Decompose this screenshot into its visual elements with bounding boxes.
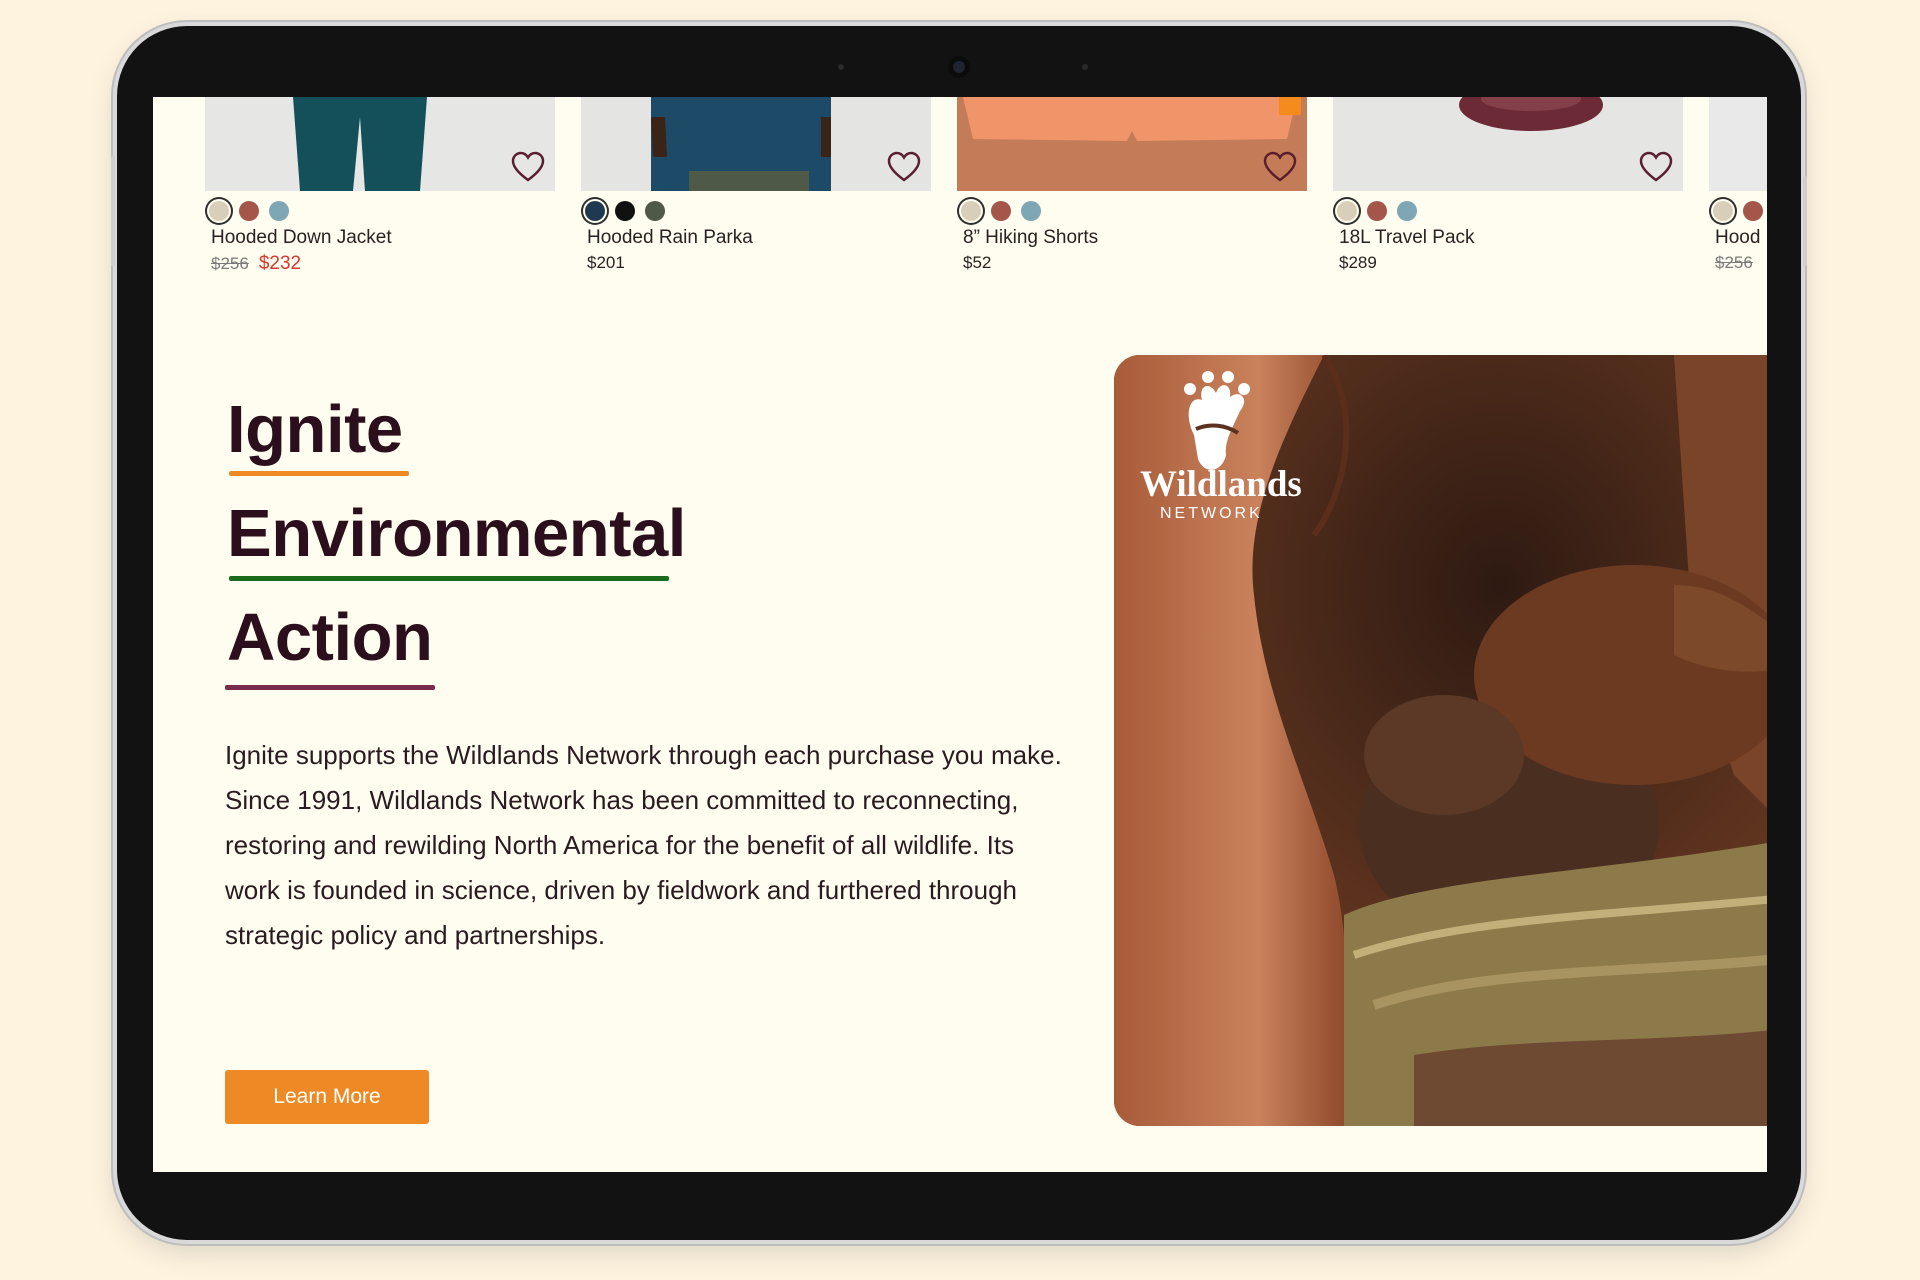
product-name[interactable]: 18L Travel Pack (1339, 227, 1475, 249)
color-swatch[interactable] (209, 201, 229, 221)
color-swatch[interactable] (1743, 201, 1763, 221)
wildlands-logo-subtext: NETWORK (1160, 505, 1263, 522)
heading-underline-3 (225, 685, 435, 690)
product-photo[interactable] (581, 97, 931, 191)
heading-underline-1 (229, 471, 409, 476)
product-card-1[interactable]: Hooded Rain Parka $201 (581, 97, 931, 307)
product-name[interactable]: Hooded Down Jacket (211, 227, 392, 249)
product-card-0[interactable]: Hooded Down Jacket $256 $232 (205, 97, 555, 307)
color-swatch[interactable] (1337, 201, 1357, 221)
sensor-dot (838, 64, 844, 70)
product-card-2[interactable]: 8” Hiking Shorts $52 (957, 97, 1307, 307)
product-photo[interactable] (1333, 97, 1683, 191)
color-swatch[interactable] (961, 201, 981, 221)
learn-more-button[interactable]: Learn More (225, 1070, 429, 1124)
original-price: $256 (1715, 253, 1753, 272)
color-swatch[interactable] (645, 201, 665, 221)
product-photo[interactable] (205, 97, 555, 191)
product-price: $256 $232 (211, 253, 301, 275)
sensor-dot (1082, 64, 1088, 70)
product-price: $289 (1339, 253, 1377, 272)
heading-line-2: Environmental (227, 496, 686, 571)
color-swatch[interactable] (991, 201, 1011, 221)
color-swatch[interactable] (1713, 201, 1733, 221)
heading-underline-2 (229, 576, 669, 581)
heart-icon[interactable] (887, 151, 921, 183)
front-camera (948, 56, 970, 78)
product-price: $52 (963, 253, 992, 272)
product-name[interactable]: Hooded Rain Parka (587, 227, 753, 249)
feature-description: Ignite supports the Wildlands Network th… (225, 740, 1062, 950)
product-photo[interactable] (1709, 97, 1767, 191)
heading-line-3: Action (227, 600, 433, 675)
heart-icon[interactable] (1639, 151, 1673, 183)
product-card-3[interactable]: 18L Travel Pack $289 (1333, 97, 1683, 307)
color-swatches (585, 201, 665, 221)
original-price: $256 (211, 254, 249, 273)
heart-icon[interactable] (511, 151, 545, 183)
heading-line-1: Ignite (227, 392, 403, 467)
product-price: $256 (1715, 253, 1763, 273)
bears-photo: Wildlands NETWORK (1114, 355, 1767, 1126)
color-swatches (961, 201, 1041, 221)
sale-price: $232 (258, 253, 302, 274)
wildlands-logo-text: Wildlands (1140, 464, 1302, 505)
color-swatch[interactable] (615, 201, 635, 221)
color-swatch[interactable] (1367, 201, 1387, 221)
color-swatch[interactable] (239, 201, 259, 221)
tablet-frame: Hooded Down Jacket $256 $232 Hooded Rain… (111, 26, 1807, 1240)
product-card-4[interactable]: Hood $256 (1709, 97, 1767, 307)
product-photo[interactable] (957, 97, 1307, 191)
screen: Hooded Down Jacket $256 $232 Hooded Rain… (153, 97, 1767, 1172)
volume-button (111, 156, 115, 266)
color-swatches (1337, 201, 1417, 221)
color-swatch[interactable] (585, 201, 605, 221)
heart-icon[interactable] (1263, 151, 1297, 183)
color-swatch[interactable] (1021, 201, 1041, 221)
color-swatches (1713, 201, 1763, 221)
product-price: $201 (587, 253, 625, 272)
color-swatch[interactable] (1397, 201, 1417, 221)
color-swatch[interactable] (269, 201, 289, 221)
color-swatches (209, 201, 289, 221)
product-name[interactable]: Hood (1715, 227, 1760, 249)
power-button (1803, 176, 1807, 266)
product-name[interactable]: 8” Hiking Shorts (963, 227, 1098, 249)
